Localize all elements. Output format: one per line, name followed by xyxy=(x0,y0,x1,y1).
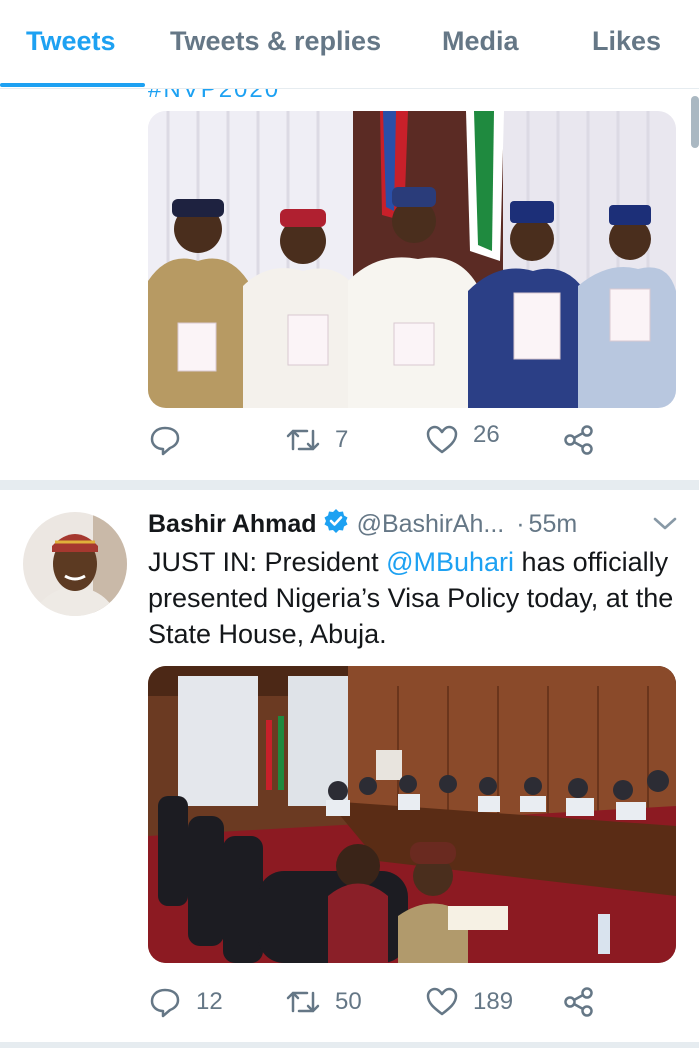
tweet-divider-bottom xyxy=(0,1042,699,1048)
share-button[interactable] xyxy=(562,423,596,457)
avatar-image xyxy=(23,512,127,616)
retweet-icon xyxy=(285,985,321,1019)
group-photo-image xyxy=(148,111,676,408)
tweet-photo-group[interactable] xyxy=(148,111,676,408)
mention-link[interactable]: @MBuhari xyxy=(386,547,514,577)
tweet-header: Bashir Ahmad @BashirAh... · 55m xyxy=(148,508,577,540)
retweet-button[interactable]: 50 xyxy=(285,985,362,1019)
tab-media[interactable]: Media xyxy=(442,26,519,57)
tweet-actions: 12 50 189 xyxy=(148,985,668,1025)
reply-count: 12 xyxy=(196,988,223,1015)
like-icon xyxy=(425,985,459,1019)
like-button[interactable]: 26 xyxy=(425,421,500,457)
meeting-photo-image xyxy=(148,666,676,963)
avatar[interactable] xyxy=(23,512,127,616)
tweet-divider xyxy=(0,480,699,490)
reply-icon xyxy=(148,985,182,1019)
like-icon xyxy=(425,423,459,457)
tweet-timestamp[interactable]: 55m xyxy=(529,510,578,539)
separator-dot: · xyxy=(516,509,525,538)
tweet-text-start: JUST IN: President xyxy=(148,547,387,577)
tab-tweets[interactable]: Tweets xyxy=(26,26,116,57)
user-handle[interactable]: @BashirAh... xyxy=(357,510,505,539)
share-button[interactable] xyxy=(562,985,596,1019)
reply-button[interactable] xyxy=(148,423,196,457)
tweet-photo-meeting[interactable] xyxy=(148,666,676,963)
tab-likes[interactable]: Likes xyxy=(592,26,661,57)
reply-icon xyxy=(148,423,182,457)
chevron-down-icon[interactable] xyxy=(652,514,678,539)
retweet-count: 50 xyxy=(335,988,362,1015)
tweet-text: JUST IN: President @MBuhari has official… xyxy=(148,544,678,652)
retweet-button[interactable]: 7 xyxy=(285,423,348,457)
share-icon xyxy=(562,423,596,457)
profile-tabs: Tweets Tweets & replies Media Likes xyxy=(0,0,699,89)
scrollbar-thumb[interactable] xyxy=(691,96,699,148)
verified-badge-icon xyxy=(323,508,349,541)
share-icon xyxy=(562,985,596,1019)
like-count: 26 xyxy=(473,421,500,448)
tab-tweets-and-replies[interactable]: Tweets & replies xyxy=(170,26,381,57)
retweet-icon xyxy=(285,423,321,457)
like-button[interactable]: 189 xyxy=(425,985,513,1019)
reply-button[interactable]: 12 xyxy=(148,985,223,1019)
retweet-count: 7 xyxy=(335,426,349,453)
display-name[interactable]: Bashir Ahmad xyxy=(148,510,317,539)
like-count: 189 xyxy=(473,988,514,1015)
prev-tweet-actions: 7 26 xyxy=(148,421,668,463)
active-tab-indicator xyxy=(0,83,145,87)
